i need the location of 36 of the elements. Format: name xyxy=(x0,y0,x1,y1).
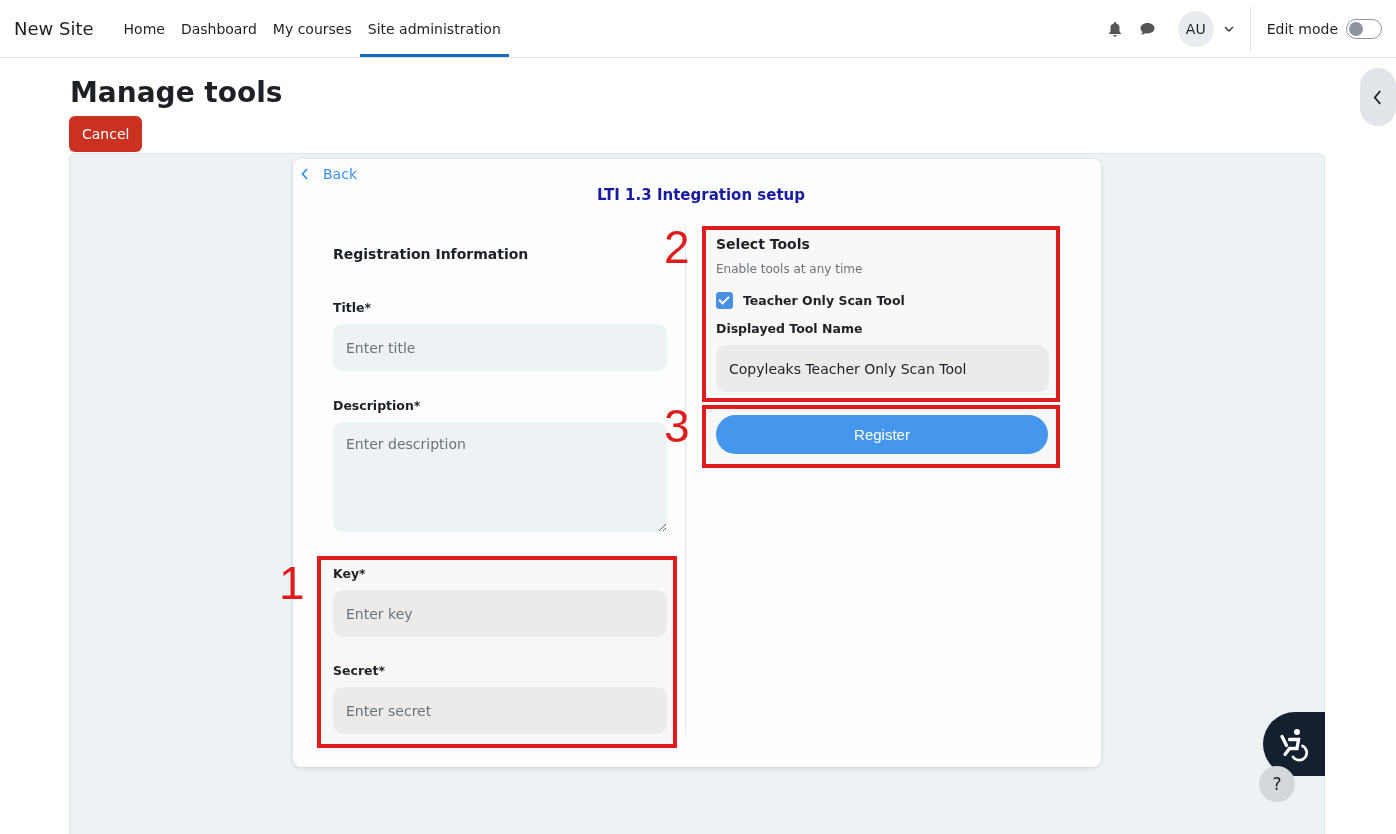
field-label: Secret* xyxy=(333,663,387,678)
site-name[interactable]: New Site xyxy=(14,18,94,39)
checkbox-label[interactable]: Teacher Only Scan Tool xyxy=(743,293,905,308)
bell-icon[interactable] xyxy=(1106,20,1123,37)
nav-link[interactable]: Dashboard xyxy=(172,3,265,57)
field-label: Key* xyxy=(333,566,367,581)
tool-name-field[interactable]: Copyleaks Teacher Only Scan Tool xyxy=(716,345,1049,392)
nav-link[interactable]: Home xyxy=(115,3,173,57)
field-label: Description* xyxy=(333,398,422,413)
text-field[interactable]: Enter secret xyxy=(333,687,667,734)
caret-icon[interactable] xyxy=(1223,25,1234,32)
page-title: Manage tools xyxy=(70,76,284,110)
cancel-button[interactable]: Cancel xyxy=(69,116,143,152)
text-field[interactable]: Enter key xyxy=(333,590,667,637)
field-label: Title* xyxy=(333,300,373,315)
annotation-number: 2 xyxy=(664,224,690,270)
section-heading: Select Tools xyxy=(716,236,811,252)
card-title: LTI 1.3 Integration setup xyxy=(596,186,806,204)
accessibility-button[interactable] xyxy=(1263,712,1325,776)
drawer-toggle[interactable] xyxy=(1360,68,1396,126)
section-heading: Registration Information xyxy=(333,246,530,262)
annotation-number: 3 xyxy=(664,403,690,449)
annotation-number: 1 xyxy=(279,560,305,606)
chevron-left-icon xyxy=(1373,89,1382,105)
section-hint: Enable tools at any time xyxy=(716,262,864,276)
description-field[interactable]: Enter description xyxy=(333,422,667,532)
checkbox[interactable] xyxy=(716,292,733,309)
nav-link[interactable]: My courses xyxy=(264,3,360,57)
user-avatar[interactable]: AU xyxy=(1177,10,1214,47)
text-field[interactable]: Enter title xyxy=(333,324,667,371)
chevron-left-icon xyxy=(301,168,309,180)
chat-bubble-icon[interactable] xyxy=(1138,20,1156,37)
edit-mode-toggle[interactable] xyxy=(1346,18,1382,39)
field-label: Displayed Tool Name xyxy=(716,321,864,336)
edit-mode-label: Edit mode xyxy=(1266,20,1338,37)
nav-link[interactable]: Site administration xyxy=(359,3,509,57)
